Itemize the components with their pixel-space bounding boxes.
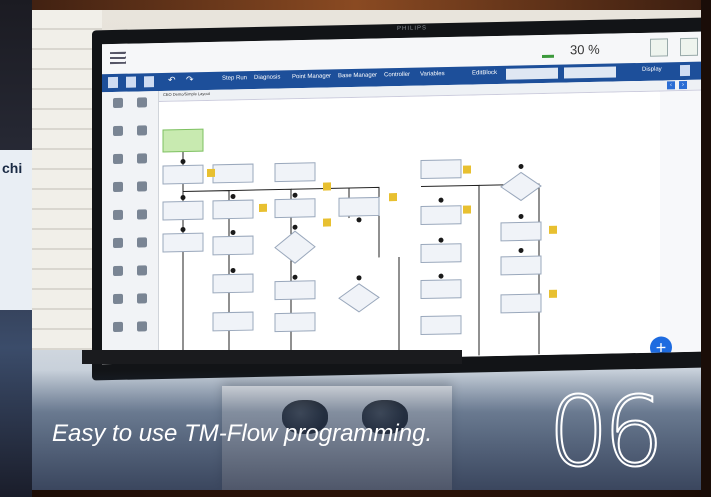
display-button[interactable]: Display xyxy=(642,67,662,73)
status-square-icon[interactable] xyxy=(650,38,668,57)
speed-percent: 30 % xyxy=(570,41,600,58)
toolbar-controller[interactable]: Controller xyxy=(384,72,410,79)
right-border xyxy=(701,0,711,497)
banner-fragment: chi xyxy=(2,160,23,176)
monitor-brand: PHILIPS xyxy=(397,25,428,33)
node-palette xyxy=(102,91,159,365)
monitor: PHILIPS 30 % ↶ ↷ Step Run Diagnosis Poin… xyxy=(92,17,701,381)
palette-node[interactable] xyxy=(108,293,128,316)
flow-canvas[interactable] xyxy=(159,91,659,364)
tmflow-screen: 30 % ↶ ↷ Step Run Diagnosis Point Manage… xyxy=(102,31,701,365)
prev-icon[interactable]: ‹ xyxy=(667,81,675,90)
tab-project[interactable]: CEO Demo/Simple Layout xyxy=(163,91,210,97)
palette-node[interactable] xyxy=(132,321,152,343)
toolbar-editblock[interactable]: EditBlock xyxy=(472,70,497,77)
toolbar-diagnosis[interactable]: Diagnosis xyxy=(254,74,280,81)
palette-node[interactable] xyxy=(108,97,128,120)
palette-node[interactable] xyxy=(108,237,128,260)
palette-node[interactable] xyxy=(132,153,152,175)
top-border xyxy=(0,0,711,10)
palette-node[interactable] xyxy=(108,125,128,148)
start-node xyxy=(162,128,204,153)
toolbar-step-run[interactable]: Step Run xyxy=(222,75,247,82)
right-panel xyxy=(660,90,701,353)
palette-node[interactable] xyxy=(132,237,152,259)
save-as-icon[interactable] xyxy=(126,76,136,88)
palette-node[interactable] xyxy=(132,181,152,203)
photo-frame: chi PHILIPS 30 % ↶ ↷ Step Run Diagnosis … xyxy=(0,0,711,497)
add-node-icon[interactable]: + xyxy=(650,336,672,359)
undo-icon[interactable]: ↶ xyxy=(168,75,176,86)
caption-text: Easy to use TM-Flow programming. xyxy=(52,420,433,447)
toolbar-variables[interactable]: Variables xyxy=(420,71,445,78)
palette-node[interactable] xyxy=(132,293,152,315)
base-dropdown[interactable] xyxy=(506,67,558,80)
robot-status-icon xyxy=(542,42,554,59)
next-icon[interactable]: › xyxy=(679,80,687,90)
palette-node[interactable] xyxy=(132,265,152,287)
monitor-stand-bezel xyxy=(82,350,462,364)
palette-node[interactable] xyxy=(132,209,152,231)
redo-icon[interactable]: ↷ xyxy=(186,74,194,85)
palette-node[interactable] xyxy=(108,153,128,176)
open-icon[interactable] xyxy=(144,76,154,88)
palette-node[interactable] xyxy=(132,125,152,147)
menu-icon[interactable] xyxy=(110,51,126,65)
window-square-icon[interactable] xyxy=(680,37,698,57)
background-banner: chi xyxy=(0,150,32,310)
tool-dropdown[interactable] xyxy=(564,66,616,79)
left-photo-strip: chi xyxy=(0,0,32,497)
palette-node[interactable] xyxy=(108,321,128,344)
palette-node[interactable] xyxy=(108,265,128,288)
slide-number: 06 xyxy=(547,376,665,488)
save-icon[interactable] xyxy=(108,76,118,89)
flowchart-diagram xyxy=(162,128,557,362)
palette-node[interactable] xyxy=(132,97,152,119)
palette-node[interactable] xyxy=(108,181,128,204)
toolbar-base-manager[interactable]: Base Manager xyxy=(338,72,377,79)
toolbar-point-manager[interactable]: Point Manager xyxy=(292,73,331,80)
display-icon[interactable] xyxy=(680,64,690,77)
palette-node[interactable] xyxy=(108,209,128,232)
